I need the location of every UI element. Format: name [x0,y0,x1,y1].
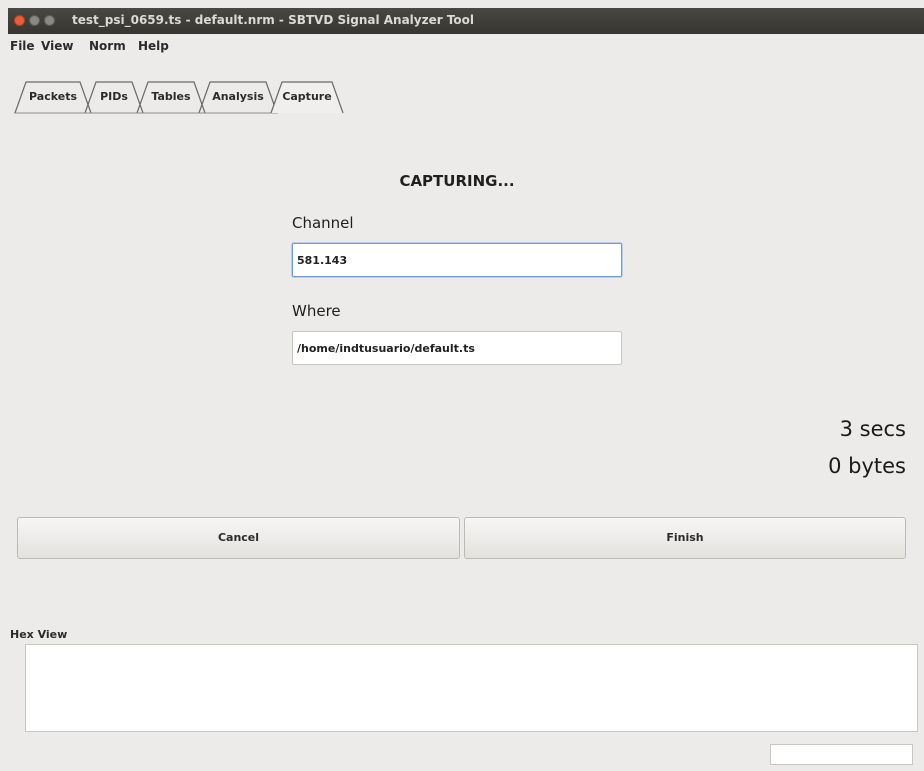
tab-analysis-label: Analysis [212,90,264,103]
tab-packets-label: Packets [29,90,77,103]
menu-norm[interactable]: Norm [89,39,126,53]
hex-view-area[interactable] [25,644,918,732]
tab-capture[interactable]: Capture [270,80,344,114]
captured-bytes: 0 bytes [828,454,906,478]
tab-tables-label: Tables [151,90,191,103]
app-window: test_psi_0659.ts - default.nrm - SBTVD S… [0,0,924,771]
tab-analysis[interactable]: Analysis [198,80,278,114]
channel-input[interactable] [292,243,622,277]
capture-status-heading: CAPTURING... [399,172,515,190]
tab-pids[interactable]: PIDs [84,80,144,114]
tab-packets[interactable]: Packets [14,80,92,114]
minimize-icon[interactable] [29,15,40,26]
finish-button[interactable]: Finish [464,517,906,559]
tab-pids-label: PIDs [100,90,128,103]
status-field [770,744,913,765]
tab-capture-label: Capture [282,90,332,103]
close-icon[interactable] [14,15,25,26]
cancel-button[interactable]: Cancel [17,517,460,559]
window-title: test_psi_0659.ts - default.nrm - SBTVD S… [72,13,475,27]
menu-view[interactable]: View [41,39,73,53]
tab-tables[interactable]: Tables [136,80,206,114]
channel-label: Channel [292,214,354,232]
hex-view-label: Hex View [10,628,68,641]
maximize-icon[interactable] [44,15,55,26]
where-label: Where [292,302,341,320]
menu-help[interactable]: Help [138,39,169,53]
menu-file[interactable]: File [10,39,35,53]
elapsed-time: 3 secs [839,417,906,441]
where-input[interactable] [292,331,622,365]
title-bar: test_psi_0659.ts - default.nrm - SBTVD S… [8,8,924,34]
